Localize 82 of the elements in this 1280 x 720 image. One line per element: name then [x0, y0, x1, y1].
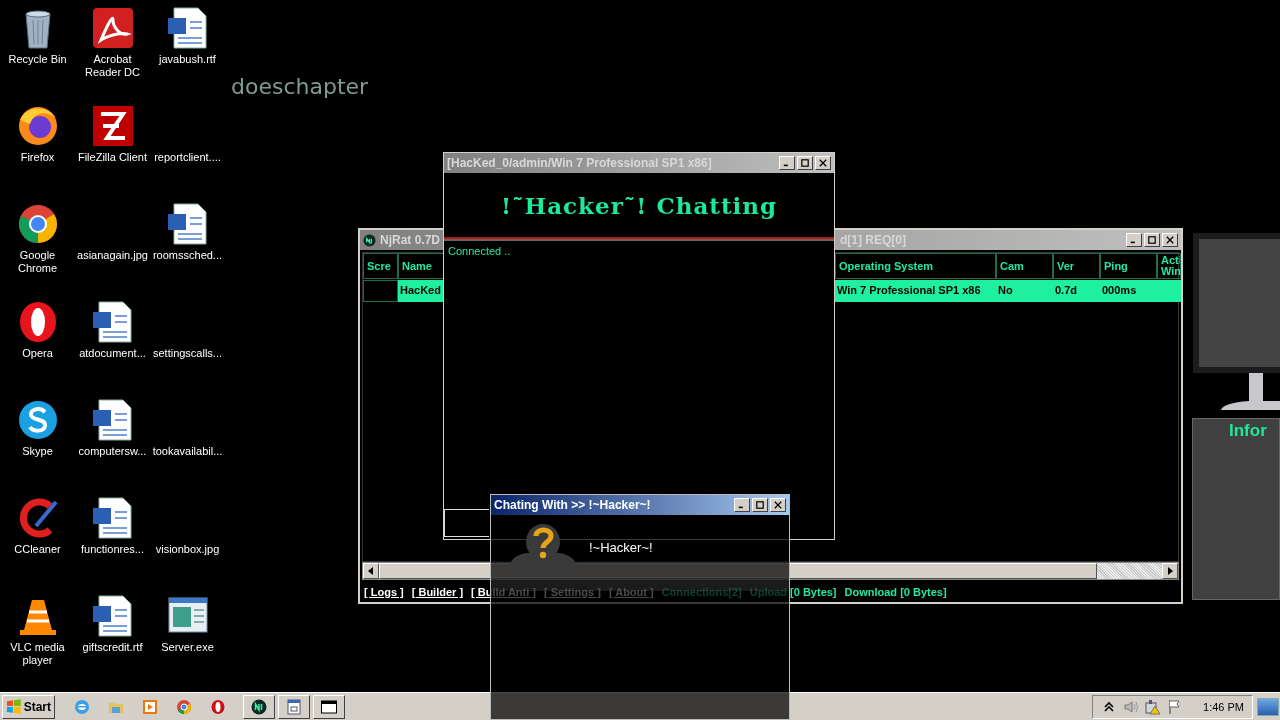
close-button[interactable]	[770, 498, 786, 512]
icon-label: atdocument...	[79, 347, 146, 360]
document-icon[interactable]	[90, 300, 135, 344]
window-title: Chating With >> !~Hacker~!	[494, 498, 651, 512]
clock[interactable]: 1:46 PM	[1203, 700, 1244, 713]
app-icon	[251, 698, 267, 715]
pdf-icon[interactable]	[90, 6, 135, 50]
column-header[interactable]: Ver	[1053, 253, 1100, 279]
panel-heading: Infor	[1229, 421, 1267, 441]
icon-label: reportclient....	[154, 151, 221, 164]
icon-label: Opera	[22, 347, 53, 360]
column-header[interactable]: Scre	[363, 253, 398, 279]
document-icon[interactable]	[90, 496, 135, 540]
icon-label: CCleaner	[14, 543, 61, 556]
table-cell: No	[998, 284, 1013, 296]
minimize-button[interactable]	[1126, 233, 1142, 247]
close-icon	[774, 501, 782, 509]
icon-label: Firefox	[20, 151, 55, 164]
network-warning-icon[interactable]	[1145, 698, 1162, 715]
status-link[interactable]: [ Builder ]	[411, 586, 464, 598]
maximize-icon	[801, 159, 809, 167]
message-input[interactable]	[444, 509, 489, 537]
icon-label: roomssched...	[152, 249, 223, 262]
app-icon	[363, 233, 376, 247]
contact-name: !~Hacker~!	[589, 539, 653, 555]
column-header[interactable]: Operating System	[835, 253, 996, 279]
show-desktop-button[interactable]	[1257, 697, 1279, 716]
close-icon	[819, 159, 827, 167]
icon-label: Google Chrome	[16, 249, 59, 275]
minimize-button[interactable]	[779, 156, 795, 170]
maximize-button[interactable]	[1144, 233, 1160, 247]
document-icon[interactable]	[165, 6, 210, 50]
start-button[interactable]: Start	[2, 694, 55, 719]
browser-icon[interactable]	[74, 698, 90, 715]
column-header[interactable]: Ping	[1100, 253, 1157, 279]
table-cell: 000ms	[1102, 284, 1137, 296]
status-counter: Connections[2]	[661, 586, 742, 598]
taskbar-button[interactable]	[313, 694, 345, 719]
minimize-button[interactable]	[734, 498, 750, 512]
maximize-button[interactable]	[752, 498, 768, 512]
icon-label: asianagain.jpg	[77, 249, 148, 262]
icon-label: functionres...	[81, 543, 144, 556]
banner-title: !˜Hacker˜! Chatting	[500, 191, 778, 219]
scroll-right-icon[interactable]	[1162, 563, 1178, 579]
status-counter: Upload [0 Bytes]	[749, 586, 837, 598]
document-icon[interactable]	[165, 202, 210, 246]
log-line: Connected ..	[448, 245, 512, 257]
wallpaper-text: doeschapter	[231, 74, 369, 99]
table-cell: Win 7 Professional SP1 x86	[837, 284, 981, 296]
play-icon[interactable]	[142, 698, 158, 715]
icon-label: tookavailabil...	[152, 445, 223, 458]
column-header[interactable]: Cam	[996, 253, 1053, 279]
document-icon[interactable]	[90, 594, 135, 638]
close-button[interactable]	[1162, 233, 1178, 247]
table-cell: 0.7d	[1055, 284, 1077, 296]
table-cell: HacKed	[400, 284, 441, 296]
status-counter: Download [0 Bytes]	[844, 586, 947, 598]
filezilla-icon[interactable]	[90, 104, 135, 148]
window-icon	[321, 698, 337, 715]
icon-label: Skype	[22, 445, 53, 458]
scroll-left-icon[interactable]	[363, 563, 379, 579]
icon-label: Acrobat Reader DC	[84, 53, 141, 79]
maximize-button[interactable]	[797, 156, 813, 170]
icon-label: giftscredit.rtf	[82, 641, 143, 654]
icon-label: javabush.rtf	[159, 53, 216, 66]
windows-icon	[6, 698, 22, 715]
maximize-icon	[1148, 236, 1156, 244]
maximize-icon	[756, 501, 764, 509]
icon-label: visionbox.jpg	[155, 543, 220, 556]
status-link[interactable]: [ Logs ]	[364, 586, 404, 598]
icon-label: computersw...	[78, 445, 147, 458]
taskbar-button[interactable]	[243, 694, 275, 719]
document-icon[interactable]	[90, 398, 135, 442]
icon-label: Recycle Bin	[8, 53, 67, 66]
icon-label: VLC media player	[9, 641, 66, 667]
icon-label: FileZilla Client	[77, 151, 148, 164]
window-title: NjRat 0.7D	[380, 233, 441, 247]
close-icon	[1166, 236, 1174, 244]
close-button[interactable]	[815, 156, 831, 170]
icon-label: Server.exe	[161, 641, 214, 654]
taskbar-button[interactable]	[278, 694, 310, 719]
icon-label: settingscalls...	[152, 347, 223, 360]
